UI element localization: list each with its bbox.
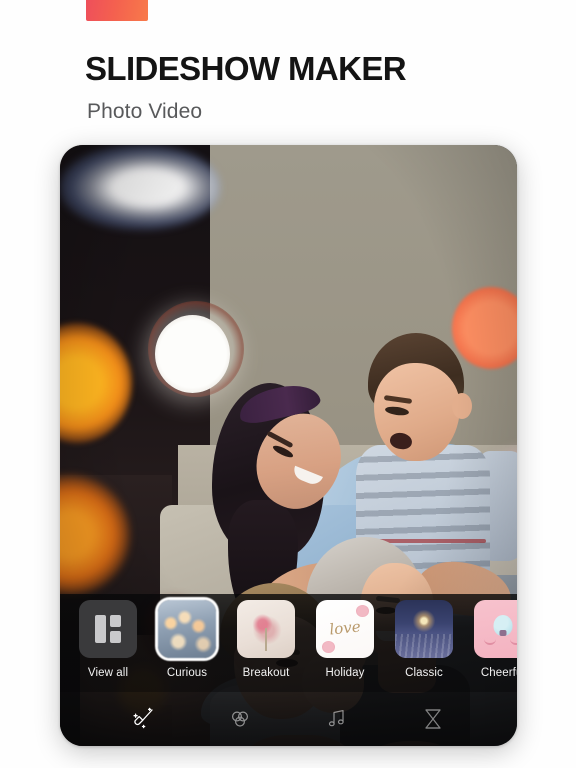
grid-layout-icon[interactable]: [79, 600, 137, 658]
template-strip[interactable]: View all Curious Breakout love Holiday C…: [60, 594, 517, 692]
hourglass-icon[interactable]: [410, 700, 456, 738]
balloon-thumb-icon[interactable]: [474, 600, 517, 658]
bokeh-blue-streak: [60, 145, 220, 230]
bokeh-orange-top-right: [452, 287, 517, 369]
template-item-breakout[interactable]: Breakout: [231, 600, 301, 679]
template-label: Holiday: [325, 667, 365, 679]
bokeh-thumb-icon[interactable]: [158, 600, 216, 658]
template-label: Breakout: [242, 667, 290, 679]
template-item-view-all[interactable]: View all: [73, 600, 143, 679]
template-item-holiday[interactable]: love Holiday: [310, 600, 380, 679]
template-item-classic[interactable]: Classic: [389, 600, 459, 679]
flower-accent-icon: [322, 641, 335, 653]
bokeh-white-light: [155, 315, 230, 393]
app-store-preview-page: SLIDESHOW MAKER Photo Video View all Cur…: [0, 0, 576, 768]
sparkler-thumb-icon[interactable]: [395, 600, 453, 658]
eyelash-right-icon: [509, 638, 517, 646]
eyelash-left-icon: [484, 638, 497, 646]
template-label: Classic: [405, 667, 443, 679]
love-script-thumb-icon[interactable]: love: [316, 600, 374, 658]
boy-top-ear: [452, 393, 472, 419]
magic-wand-icon[interactable]: [121, 700, 167, 738]
flower-accent-icon: [356, 605, 369, 617]
template-label: Curious: [166, 667, 208, 679]
filters-circles-icon[interactable]: [217, 700, 263, 738]
device-preview-card: View all Curious Breakout love Holiday C…: [60, 145, 517, 746]
page-subtitle: Photo Video: [87, 100, 203, 123]
flower-thumb-icon[interactable]: [237, 600, 295, 658]
template-label: Cheerful: [480, 667, 517, 679]
music-note-icon[interactable]: [314, 700, 360, 738]
love-script-text: love: [328, 617, 362, 639]
grid-small-block-1: [110, 615, 121, 627]
grid-tall-block: [95, 615, 106, 643]
page-title: SLIDESHOW MAKER: [85, 50, 407, 87]
accent-bar: [86, 0, 148, 21]
editor-toolbar: [60, 692, 517, 746]
template-label: View all: [87, 667, 129, 679]
template-item-cheerful[interactable]: Cheerful: [468, 600, 517, 679]
grid-layout-glyph: [95, 615, 121, 643]
balloon-basket-icon: [499, 630, 507, 637]
grid-small-block-2: [110, 631, 121, 643]
grid-small-blocks: [110, 615, 121, 643]
template-item-curious[interactable]: Curious: [152, 600, 222, 679]
